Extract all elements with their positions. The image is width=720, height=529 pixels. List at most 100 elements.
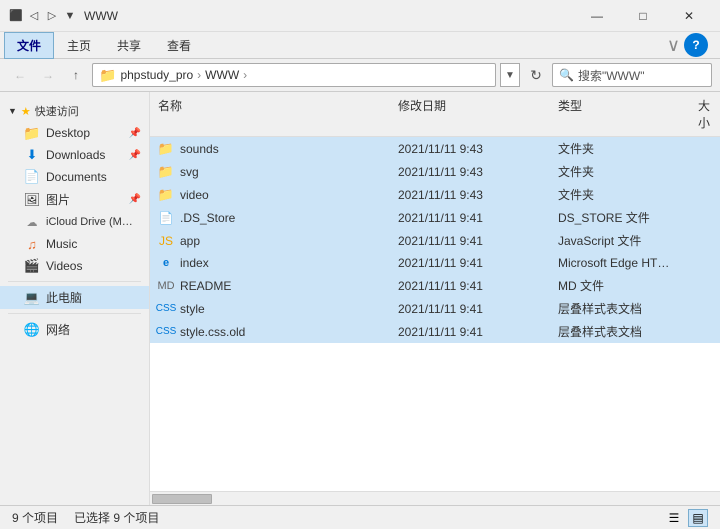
tab-view[interactable]: 查看 xyxy=(154,32,204,58)
icloud-icon: ☁ xyxy=(24,214,40,230)
this-pc-icon: 💻 xyxy=(24,290,40,306)
quick-access-header[interactable]: ▼ ★ 快速访问 xyxy=(0,100,149,122)
file-icon-svg: 📁 xyxy=(158,164,174,180)
dropdown-title-icon[interactable]: ▼ xyxy=(62,8,78,24)
sidebar-item-network[interactable]: 🌐 网络 xyxy=(0,318,149,341)
file-icon-readme: MD xyxy=(158,278,174,294)
quick-access-label: 快速访问 xyxy=(35,103,79,119)
file-date-readme: 2021/11/11 9:41 xyxy=(390,278,550,294)
pin-icon-downloads: 📌 xyxy=(129,150,141,161)
forward-title-icon[interactable]: ▷ xyxy=(44,8,60,24)
sidebar-item-videos[interactable]: 🎬 Videos xyxy=(0,255,149,277)
pin-icon-pictures: 📌 xyxy=(129,194,141,205)
title-bar: ⬛ ◁ ▷ ▼ WWW — □ ✕ xyxy=(0,0,720,32)
selected-count: 已选择 9 个项目 xyxy=(74,509,159,526)
file-row-readme[interactable]: MD README 2021/11/11 9:41 MD 文件 xyxy=(150,274,720,297)
refresh-button[interactable]: ↻ xyxy=(524,63,548,87)
sidebar-item-pictures[interactable]: 🖼 图片 📌 xyxy=(0,188,149,211)
file-date-svg: 2021/11/11 9:43 xyxy=(390,164,550,180)
sidebar-item-documents[interactable]: 📄 Documents xyxy=(0,166,149,188)
col-header-date[interactable]: 修改日期 xyxy=(390,95,550,133)
status-right: ☰ ▤ xyxy=(664,509,708,527)
file-row-style-old[interactable]: CSS style.css.old 2021/11/11 9:41 层叠样式表文… xyxy=(150,320,720,343)
sidebar-item-this-pc[interactable]: 💻 此电脑 xyxy=(0,286,149,309)
sidebar-item-downloads[interactable]: ⬇ Downloads 📌 xyxy=(0,144,149,166)
file-icon-app: JS xyxy=(158,233,174,249)
up-button[interactable]: ↑ xyxy=(64,63,88,87)
file-name-style: style xyxy=(180,302,205,316)
file-size-svg xyxy=(690,171,720,173)
file-size-sounds xyxy=(690,148,720,150)
horizontal-scrollbar[interactable] xyxy=(150,491,720,505)
music-icon: ♫ xyxy=(24,236,40,252)
file-type-video: 文件夹 xyxy=(550,185,690,204)
file-icon-index: e xyxy=(158,255,174,271)
sidebar-label-pictures: 图片 xyxy=(46,191,70,208)
quick-access-arrow: ▼ xyxy=(8,106,17,116)
help-button[interactable]: ? xyxy=(684,33,708,57)
file-row-app[interactable]: JS app 2021/11/11 9:41 JavaScript 文件 xyxy=(150,229,720,252)
minimize-button[interactable]: — xyxy=(574,0,620,32)
file-row-sounds[interactable]: 📁 sounds 2021/11/11 9:43 文件夹 xyxy=(150,137,720,160)
file-list: 📁 sounds 2021/11/11 9:43 文件夹 📁 svg 2021/… xyxy=(150,137,720,491)
file-type-app: JavaScript 文件 xyxy=(550,231,690,250)
sidebar-label-documents: Documents xyxy=(46,170,107,184)
file-row-style[interactable]: CSS style 2021/11/11 9:41 层叠样式表文档 xyxy=(150,297,720,320)
file-row-svg[interactable]: 📁 svg 2021/11/11 9:43 文件夹 xyxy=(150,160,720,183)
tab-home[interactable]: 主页 xyxy=(54,32,104,58)
folder-addr-icon: 📁 xyxy=(99,67,116,84)
sidebar-item-music[interactable]: ♫ Music xyxy=(0,233,149,255)
file-header: 名称 修改日期 类型 大小 xyxy=(150,92,720,137)
address-dropdown[interactable]: ▼ xyxy=(500,63,520,87)
breadcrumb-sep2: › xyxy=(243,68,247,82)
ribbon: 文件 主页 共享 查看 ∨ ? xyxy=(0,32,720,59)
file-date-index: 2021/11/11 9:41 xyxy=(390,255,550,271)
maximize-button[interactable]: □ xyxy=(620,0,666,32)
videos-icon: 🎬 xyxy=(24,258,40,274)
forward-button[interactable]: → xyxy=(36,63,60,87)
sidebar-item-desktop[interactable]: 📁 Desktop 📌 xyxy=(0,122,149,144)
file-size-index xyxy=(690,262,720,264)
sidebar-item-icloud[interactable]: ☁ iCloud Drive (M… xyxy=(0,211,149,233)
tab-file[interactable]: 文件 xyxy=(4,32,54,59)
file-area: 名称 修改日期 类型 大小 📁 sounds 2021/11/11 9:43 文… xyxy=(150,92,720,505)
search-icon: 🔍 xyxy=(559,68,574,82)
sidebar-label-downloads: Downloads xyxy=(46,148,105,162)
col-header-size[interactable]: 大小 xyxy=(690,95,720,133)
file-size-video xyxy=(690,194,720,196)
pin-icon-desktop: 📌 xyxy=(129,128,141,139)
file-size-app xyxy=(690,240,720,242)
address-bar: ← → ↑ 📁 phpstudy_pro › WWW › ▼ ↻ 🔍 搜索"WW… xyxy=(0,59,720,92)
file-name-app: app xyxy=(180,234,200,248)
col-header-type[interactable]: 类型 xyxy=(550,95,690,133)
col-header-name[interactable]: 名称 xyxy=(150,95,390,133)
desktop-folder-icon: 📁 xyxy=(24,125,40,141)
file-date-style: 2021/11/11 9:41 xyxy=(390,301,550,317)
file-row-index[interactable]: e index 2021/11/11 9:41 Microsoft Edge H… xyxy=(150,252,720,274)
close-button[interactable]: ✕ xyxy=(666,0,712,32)
file-name-video: video xyxy=(180,188,209,202)
file-row-dsstore[interactable]: 📄 .DS_Store 2021/11/11 9:41 DS_STORE 文件 xyxy=(150,206,720,229)
file-row-video[interactable]: 📁 video 2021/11/11 9:43 文件夹 xyxy=(150,183,720,206)
scrollbar-thumb[interactable] xyxy=(152,494,212,504)
search-box[interactable]: 🔍 搜索"WWW" xyxy=(552,63,712,87)
ribbon-expand-icon[interactable]: ∨ xyxy=(667,35,680,56)
pictures-icon: 🖼 xyxy=(24,192,40,208)
title-bar-left: ⬛ ◁ ▷ ▼ WWW xyxy=(8,8,118,24)
back-button[interactable]: ← xyxy=(8,63,32,87)
tab-share[interactable]: 共享 xyxy=(104,32,154,58)
view-detail-button[interactable]: ▤ xyxy=(688,509,708,527)
downloads-icon: ⬇ xyxy=(24,147,40,163)
back-title-icon[interactable]: ◁ xyxy=(26,8,42,24)
item-count: 9 个项目 xyxy=(12,509,58,526)
sidebar: ▼ ★ 快速访问 📁 Desktop 📌 ⬇ Downloads 📌 📄 Doc… xyxy=(0,92,150,505)
view-list-button[interactable]: ☰ xyxy=(664,509,684,527)
file-date-style-old: 2021/11/11 9:41 xyxy=(390,324,550,340)
file-name-readme: README xyxy=(180,279,231,293)
window-title: WWW xyxy=(84,9,118,23)
address-input[interactable]: 📁 phpstudy_pro › WWW › xyxy=(92,63,496,87)
sidebar-label-icloud: iCloud Drive (M… xyxy=(46,216,133,228)
file-type-style: 层叠样式表文档 xyxy=(550,299,690,318)
sidebar-label-network: 网络 xyxy=(46,321,70,338)
search-placeholder: 搜索"WWW" xyxy=(578,67,645,84)
